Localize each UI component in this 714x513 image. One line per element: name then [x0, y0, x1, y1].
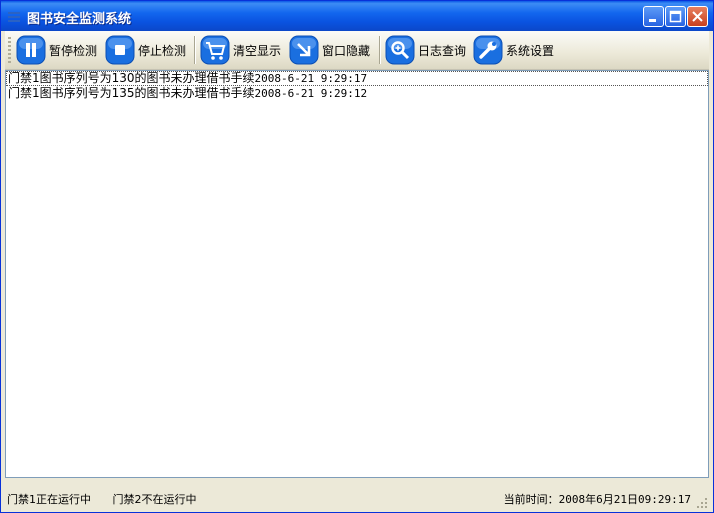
minimize-button[interactable] [643, 6, 664, 27]
wrench-icon [473, 35, 503, 65]
current-time-label: 当前时间： [503, 493, 559, 506]
minimize-icon [649, 19, 656, 22]
window-title: 图书安全监测系统 [27, 12, 132, 27]
arrow-down-right-icon [289, 35, 319, 65]
gate1-status: 门禁1正在运行中 [7, 493, 91, 506]
log-time: 2008-6-21 9:29:17 [254, 72, 368, 85]
cart-icon [200, 35, 230, 65]
status-bar: 门禁1正在运行中 门禁2不在运行中 当前时间：2008年6月21日09:29:1… [5, 486, 709, 510]
maximize-button[interactable] [665, 6, 686, 27]
system-settings-button[interactable]: 系统设置 [473, 34, 554, 66]
toolbar-grip[interactable] [8, 37, 11, 63]
hide-window-button[interactable]: 窗口隐藏 [289, 34, 370, 66]
stop-detection-button[interactable]: 停止检测 [105, 34, 186, 66]
pause-detection-button[interactable]: 暂停检测 [16, 34, 97, 66]
pause-detection-label: 暂停检测 [49, 43, 98, 58]
current-time-value: 2008年6月21日09:29:17 [558, 493, 691, 506]
log-item[interactable]: 门禁1图书序列号为135的图书未办理借书手续2008-6-21 9:29:12 [6, 86, 708, 101]
magnifier-icon [385, 35, 415, 65]
pause-icon [16, 35, 46, 65]
app-window: 图书安全监测系统 暂停检测 停止检测 清空显示 窗口隐藏 日志查询 系统设置 门… [0, 0, 714, 513]
log-item[interactable]: 门禁1图书序列号为130的图书未办理借书手续2008-6-21 9:29:17 [6, 71, 708, 86]
toolbar-separator [194, 36, 196, 64]
stop-icon [105, 35, 135, 65]
clear-display-button[interactable]: 清空显示 [200, 34, 281, 66]
log-time: 2008-6-21 9:29:12 [254, 87, 368, 100]
gate2-status: 门禁2不在运行中 [112, 493, 197, 506]
maximize-icon [669, 10, 682, 23]
hide-window-label: 窗口隐藏 [322, 43, 371, 58]
stop-detection-label: 停止检测 [138, 43, 187, 58]
app-icon [8, 12, 20, 22]
log-list[interactable]: 门禁1图书序列号为130的图书未办理借书手续2008-6-21 9:29:17 … [5, 70, 709, 478]
toolbar: 暂停检测 停止检测 清空显示 窗口隐藏 日志查询 系统设置 [5, 31, 709, 70]
system-settings-label: 系统设置 [506, 43, 555, 58]
log-message: 门禁1图书序列号为135的图书未办理借书手续 [8, 86, 255, 100]
log-query-label: 日志查询 [418, 43, 467, 58]
size-grip-icon[interactable] [696, 497, 708, 509]
log-message: 门禁1图书序列号为130的图书未办理借书手续 [8, 71, 255, 85]
toolbar-separator [379, 36, 381, 64]
clear-display-label: 清空显示 [233, 43, 282, 58]
close-button[interactable] [687, 6, 708, 27]
close-icon [692, 11, 703, 22]
log-query-button[interactable]: 日志查询 [385, 34, 466, 66]
title-bar[interactable]: 图书安全监测系统 [1, 1, 713, 31]
